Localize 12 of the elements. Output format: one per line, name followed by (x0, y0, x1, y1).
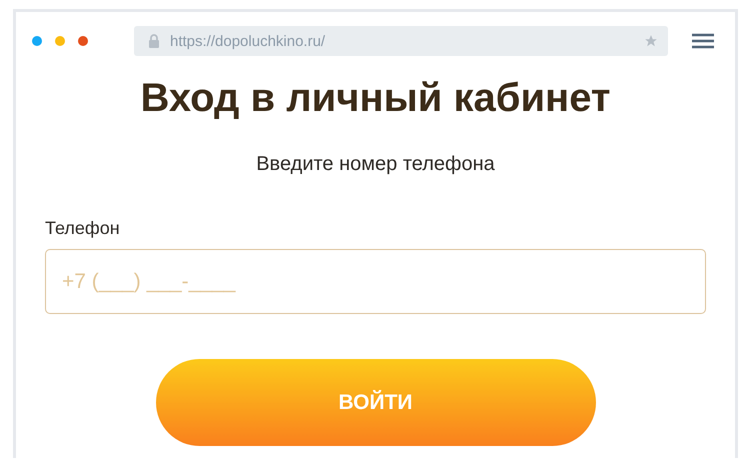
window-dot[interactable] (78, 36, 88, 46)
subtitle: Введите номер телефона (256, 153, 495, 176)
star-icon[interactable] (644, 34, 658, 48)
window-dot[interactable] (55, 36, 65, 46)
page-title: Вход в личный кабинет (140, 76, 610, 121)
address-bar[interactable]: https://dopoluchkino.ru/ (134, 26, 668, 56)
login-button[interactable]: ВОЙТИ (156, 359, 596, 446)
window-dot[interactable] (32, 36, 42, 46)
field-label: Телефон (45, 218, 120, 239)
phone-input-field[interactable]: +7 (___) ___-____ (45, 249, 706, 314)
menu-icon[interactable] (691, 33, 715, 49)
lock-icon (148, 34, 160, 48)
